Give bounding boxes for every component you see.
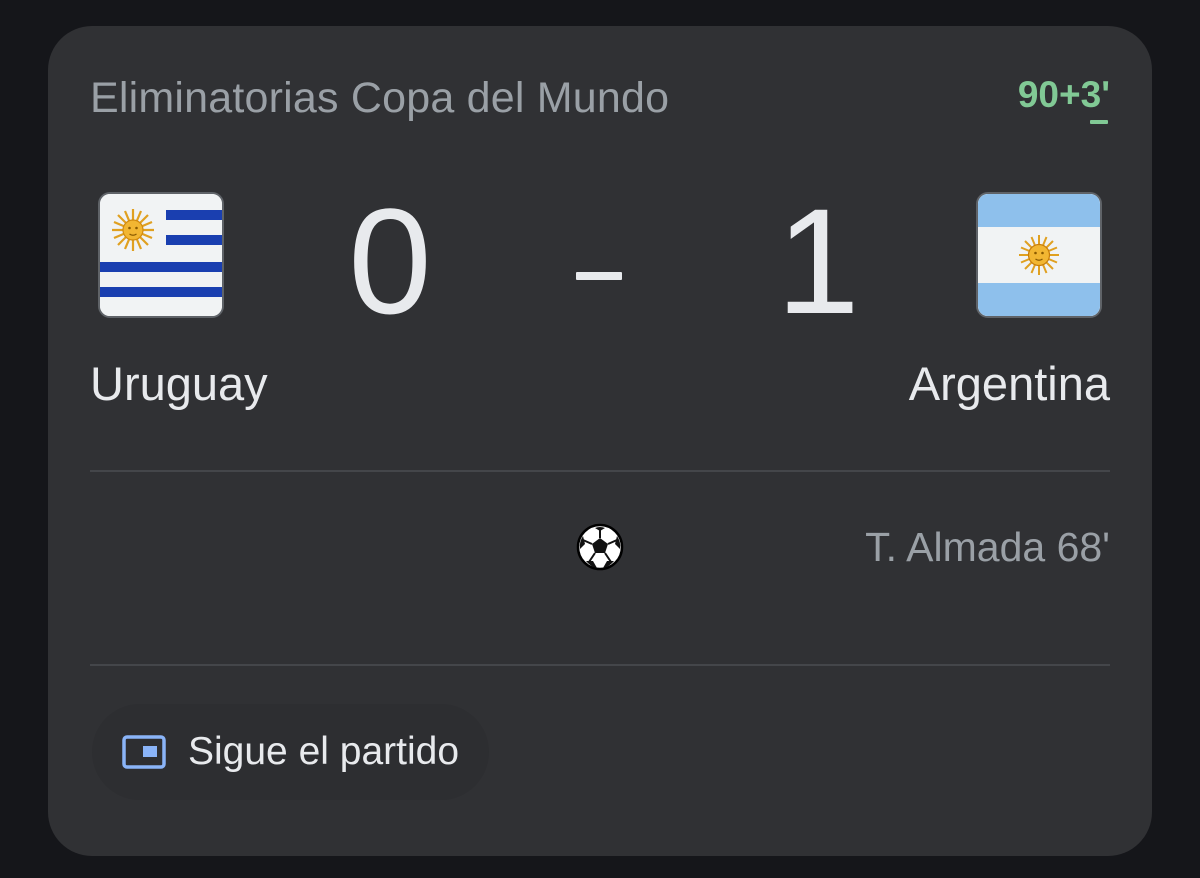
uruguay-flag-icon <box>98 192 224 318</box>
live-indicator-bar <box>1090 120 1108 124</box>
match-header: Eliminatorias Copa del Mundo 90+3' <box>90 70 1110 130</box>
competition-title: Eliminatorias Copa del Mundo <box>90 74 670 122</box>
goal-event-row: T. Almada 68' <box>90 520 1110 580</box>
follow-match-button[interactable]: Sigue el partido <box>92 704 490 800</box>
divider <box>90 470 1110 472</box>
divider <box>90 664 1110 666</box>
match-card[interactable]: Eliminatorias Copa del Mundo 90+3' 0 1 U… <box>48 26 1152 856</box>
argentina-flag-icon <box>976 192 1102 318</box>
picture-in-picture-icon <box>122 735 166 769</box>
home-team-name: Uruguay <box>90 357 268 410</box>
live-match-time: 90+3' <box>1017 74 1110 115</box>
soccer-ball-icon <box>576 523 624 571</box>
away-score: 1 <box>776 177 860 345</box>
away-team-name: Argentina <box>908 357 1110 410</box>
score-separator <box>576 272 622 280</box>
goal-scorer: T. Almada 68' <box>865 524 1110 570</box>
home-score: 0 <box>348 177 432 345</box>
follow-match-label: Sigue el partido <box>188 730 460 773</box>
